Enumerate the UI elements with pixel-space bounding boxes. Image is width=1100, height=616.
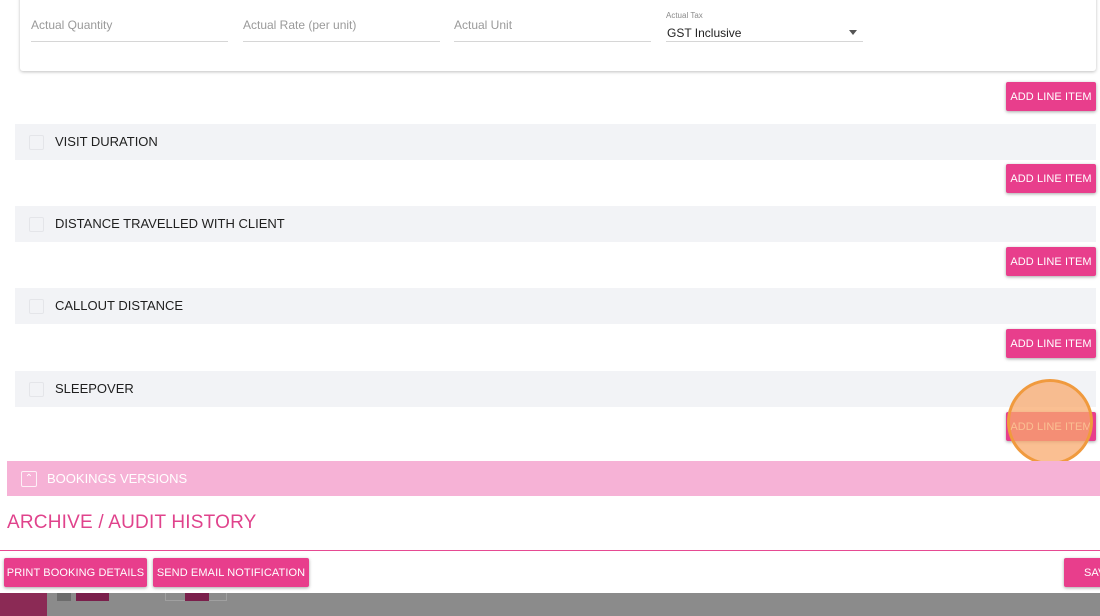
bookings-versions-title: BOOKINGS VERSIONS — [47, 471, 188, 486]
section-title: VISIT DURATION — [55, 134, 158, 149]
add-line-item-button[interactable]: ADD LINE ITEM — [1006, 412, 1096, 441]
actual-quantity-placeholder: Actual Quantity — [31, 18, 113, 32]
footer-action-bar: PRINT BOOKING DETAILS SEND EMAIL NOTIFIC… — [0, 551, 1100, 593]
section-title: DISTANCE TRAVELLED WITH CLIENT — [55, 216, 285, 231]
section-visit-duration[interactable]: VISIT DURATION — [15, 124, 1096, 160]
pagination-block — [57, 593, 71, 601]
actual-rate-field[interactable]: Actual Rate (per unit) — [243, 0, 440, 42]
pagination-block — [185, 593, 209, 601]
add-line-item-button[interactable]: ADD LINE ITEM — [1006, 82, 1096, 111]
actuals-card: Actual Quantity Actual Rate (per unit) A… — [20, 0, 1096, 71]
section-title: CALLOUT DISTANCE — [55, 298, 184, 313]
actual-tax-label: Actual Tax — [666, 11, 703, 20]
actual-tax-select[interactable]: Actual Tax GST Inclusive — [666, 0, 863, 42]
sidebar-strip — [0, 593, 47, 616]
checkbox-icon[interactable] — [29, 382, 44, 397]
add-line-item-button[interactable]: ADD LINE ITEM — [1006, 164, 1096, 193]
checkbox-icon[interactable] — [29, 299, 44, 314]
actual-tax-value: GST Inclusive — [667, 26, 742, 40]
bookings-versions-bar[interactable]: ⌃ BOOKINGS VERSIONS — [7, 461, 1100, 496]
save-button[interactable]: SAV — [1064, 558, 1100, 587]
section-callout-distance[interactable]: CALLOUT DISTANCE — [15, 288, 1096, 324]
section-distance-travelled[interactable]: DISTANCE TRAVELLED WITH CLIENT — [15, 206, 1096, 242]
actual-unit-placeholder: Actual Unit — [454, 18, 513, 32]
actual-rate-placeholder: Actual Rate (per unit) — [243, 18, 357, 32]
chevron-up-icon[interactable]: ⌃ — [21, 471, 37, 487]
send-email-notification-button[interactable]: SEND EMAIL NOTIFICATION — [153, 558, 309, 587]
add-line-item-button[interactable]: ADD LINE ITEM — [1006, 329, 1096, 358]
section-title: SLEEPOVER — [55, 381, 134, 396]
section-sleepover[interactable]: SLEEPOVER — [15, 371, 1096, 407]
audit-history-title: ARCHIVE / AUDIT HISTORY — [7, 512, 257, 533]
caret-down-icon[interactable] — [849, 30, 857, 35]
print-booking-details-button[interactable]: PRINT BOOKING DETAILS — [4, 558, 147, 587]
checkbox-icon[interactable] — [29, 135, 44, 150]
actual-unit-field[interactable]: Actual Unit — [454, 0, 651, 42]
dimmed-background — [0, 593, 1100, 616]
pagination-block — [76, 593, 109, 601]
checkbox-icon[interactable] — [29, 217, 44, 232]
actual-quantity-field[interactable]: Actual Quantity — [31, 0, 228, 42]
add-line-item-button[interactable]: ADD LINE ITEM — [1006, 247, 1096, 276]
